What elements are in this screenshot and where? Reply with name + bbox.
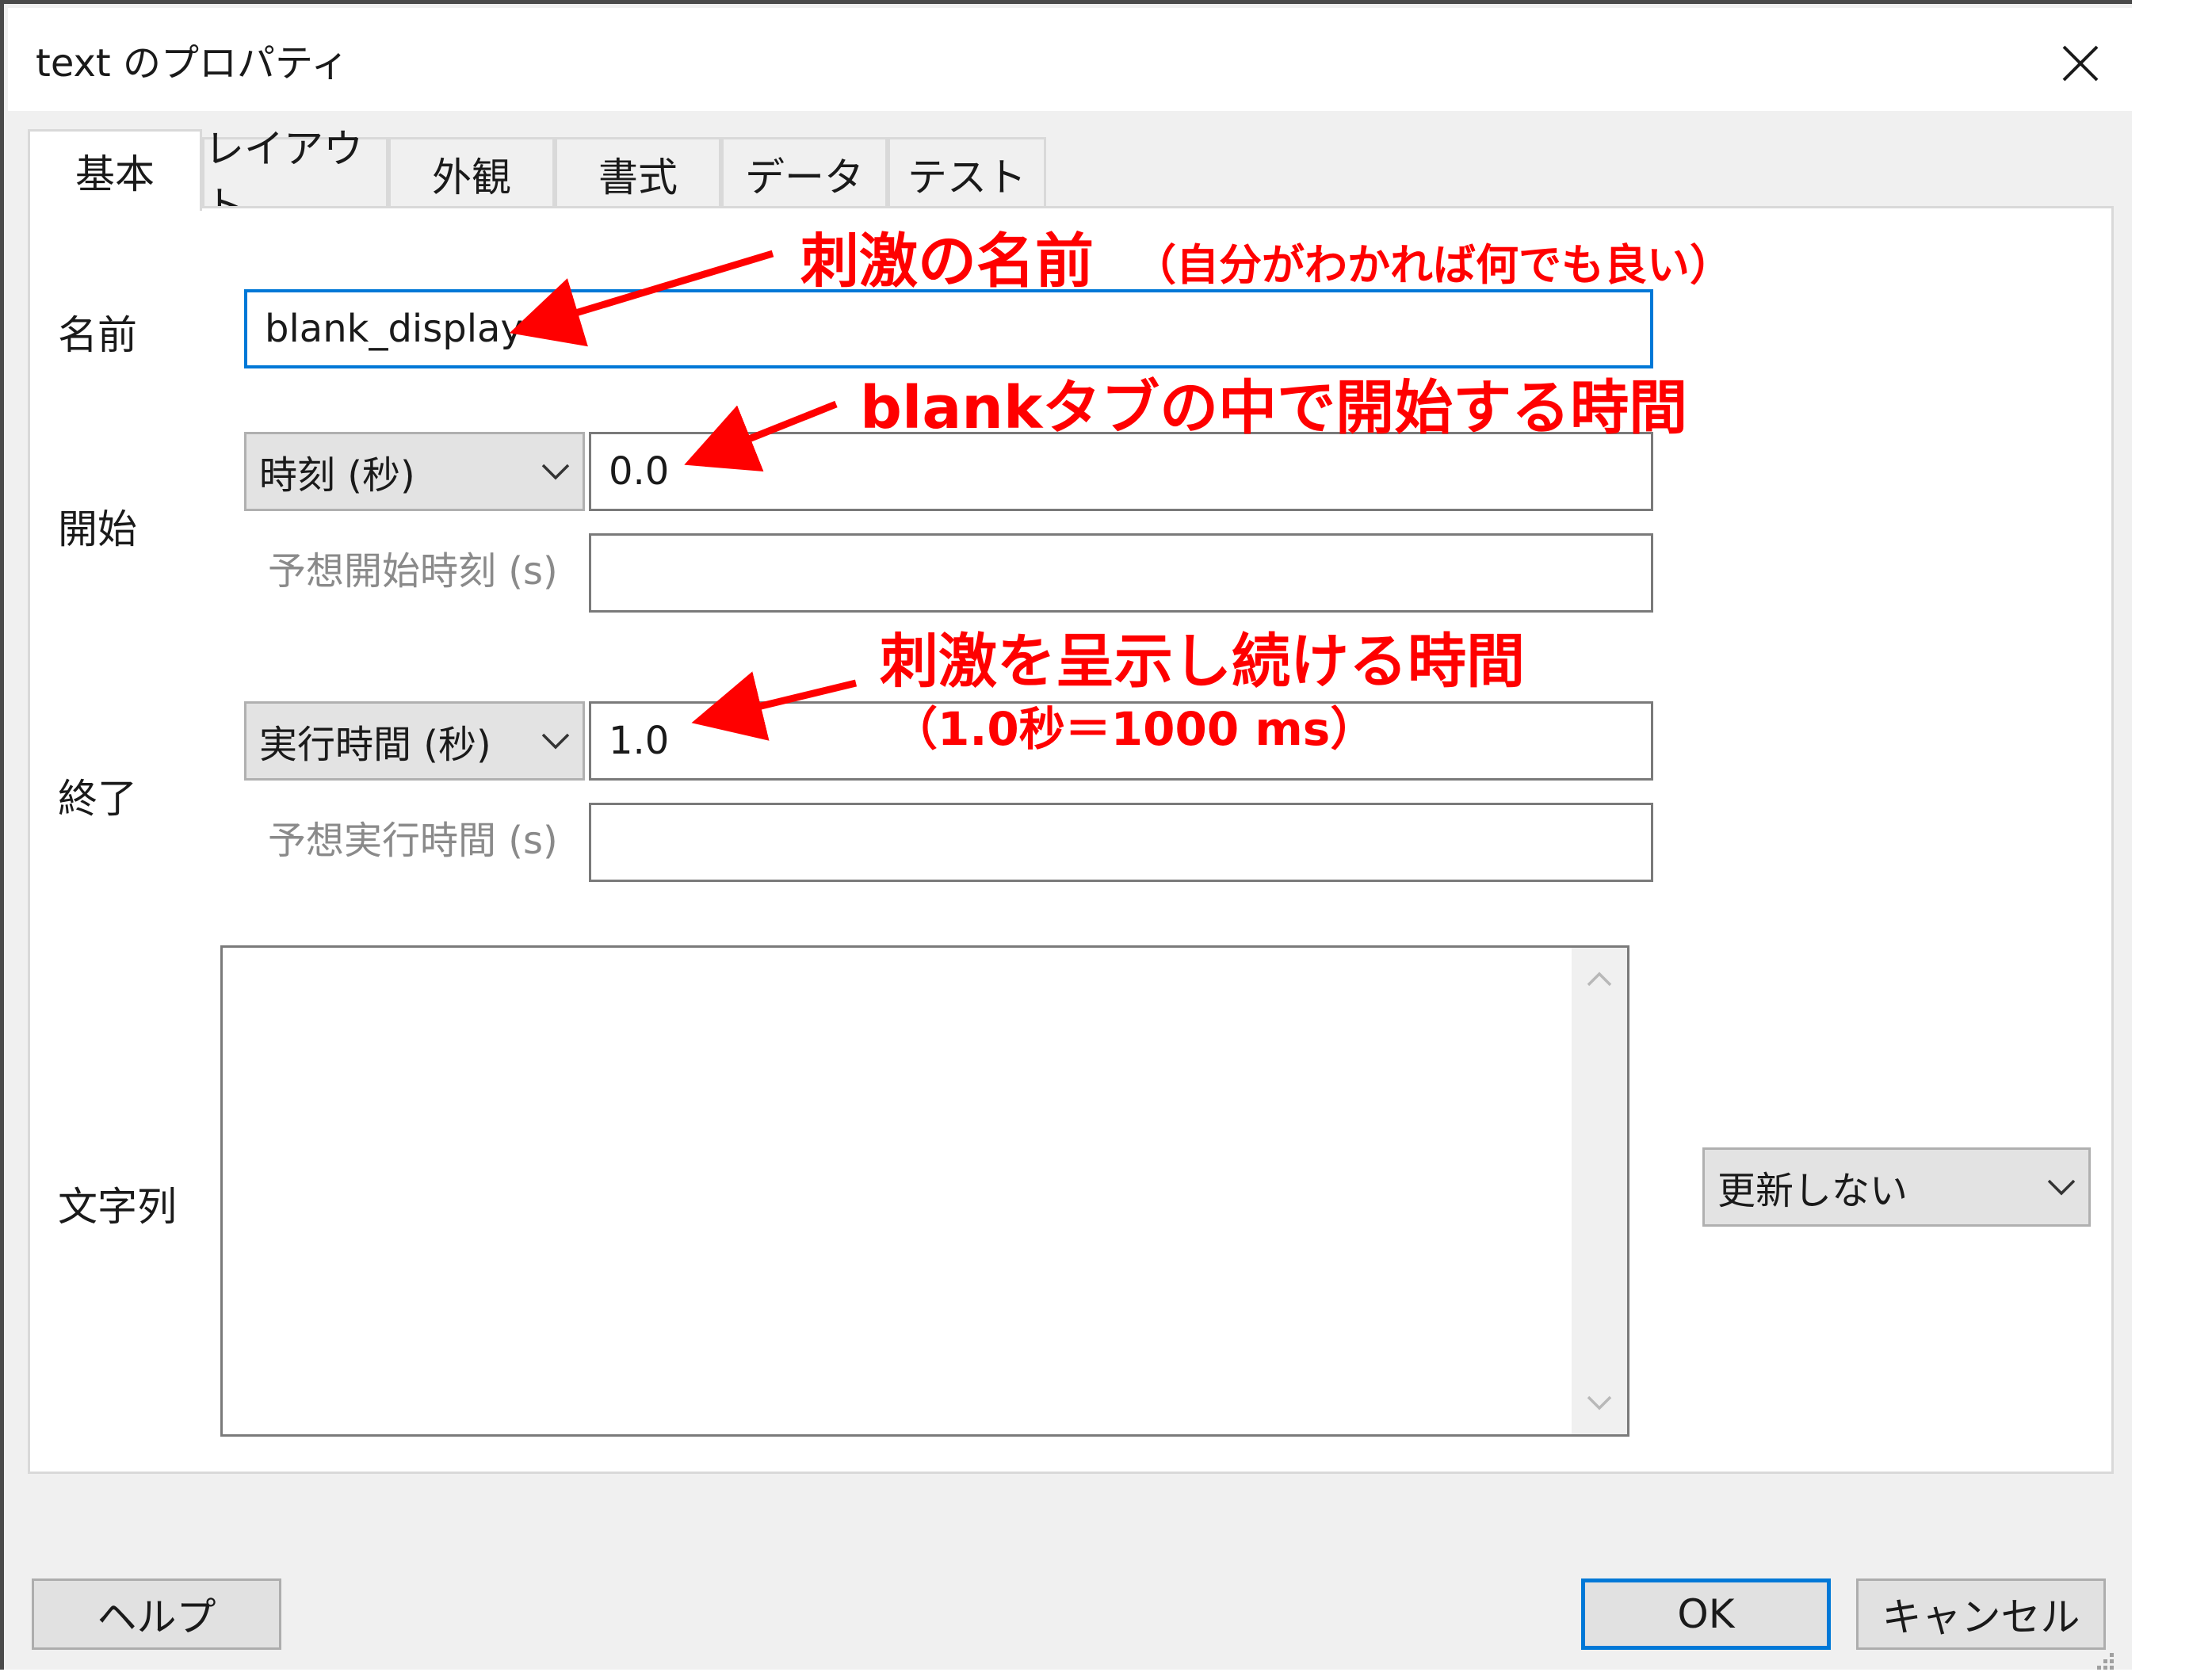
annotation-arrows (509, 250, 858, 741)
annotation-name-sub: （自分がわかれば何でも良い） (1133, 240, 1733, 290)
arrow-start (684, 400, 838, 472)
annotation-start: blankタブの中で開始する時間 (860, 374, 1688, 442)
arrow-duration (691, 671, 858, 741)
arrow-name (509, 250, 774, 347)
annotation-name-main: 刺激の名前 (800, 227, 1094, 296)
annotation-duration-sub: （1.0秒＝1000 ms） (892, 702, 1377, 756)
annotation-duration: 刺激を呈示し続ける時間 (880, 628, 1525, 696)
tab-basic[interactable]: 基本 (28, 129, 202, 211)
